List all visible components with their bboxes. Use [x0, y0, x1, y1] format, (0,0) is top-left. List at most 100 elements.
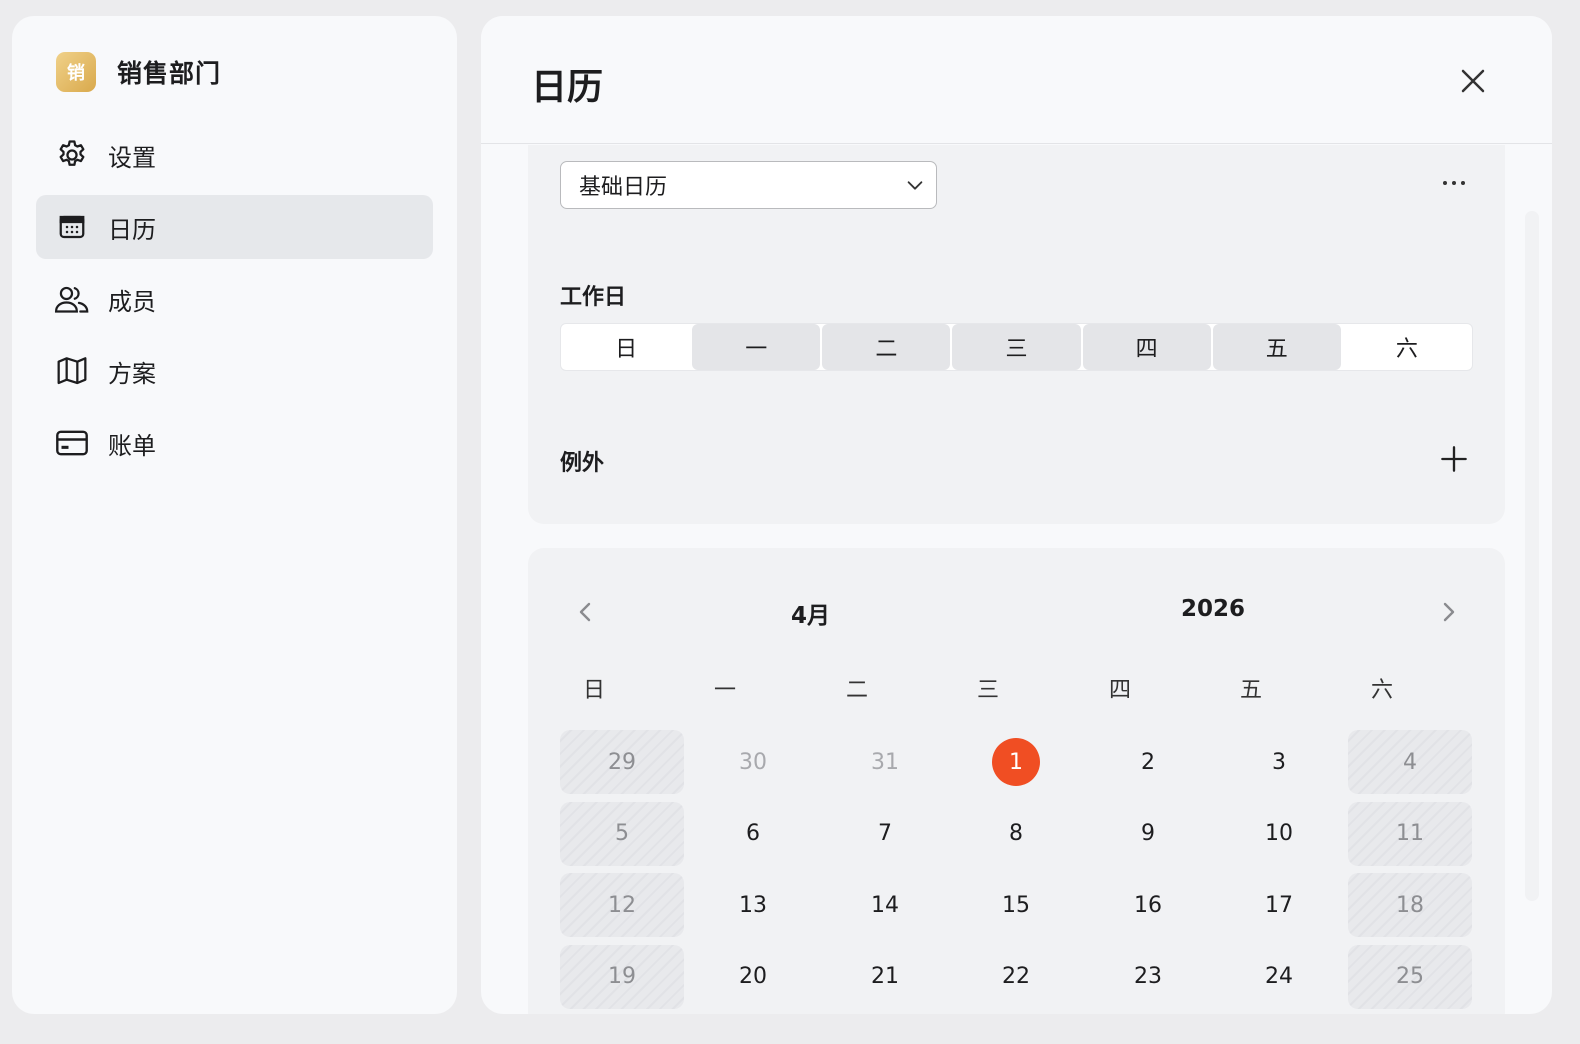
- chevron-right-icon: [1443, 602, 1455, 622]
- weekday-label: 日: [582, 678, 605, 703]
- users-icon: [54, 281, 90, 317]
- calendar-day-number: 23: [1134, 964, 1162, 989]
- calendar-day[interactable]: 13: [691, 873, 815, 937]
- sidebar-item-label: 设置: [108, 143, 156, 172]
- calendar-select-value: 基础日历: [579, 175, 668, 200]
- calendar-year[interactable]: 2026: [1181, 596, 1245, 622]
- calendar-day[interactable]: 2: [1086, 730, 1210, 794]
- weekday-label: 二: [845, 678, 868, 703]
- calendar-day[interactable]: 8: [954, 802, 1078, 866]
- calendar-day-number: 17: [1265, 892, 1293, 918]
- workday-toggle-wed[interactable]: 三: [952, 324, 1081, 370]
- calendar-day-number: 14: [871, 892, 899, 918]
- workday-toggle-sat[interactable]: 六: [1343, 324, 1471, 370]
- calendar-day[interactable]: 24: [1217, 945, 1341, 1009]
- weekday-label: 四: [1108, 678, 1131, 703]
- add-exception-button[interactable]: [1436, 441, 1472, 477]
- calendar-day[interactable]: 20: [691, 945, 815, 1009]
- calendar-panel: 日历 基础日历 工作日 日 一 二 三 四 五 六 例外 4月 2026 日 一…: [481, 16, 1552, 1014]
- calendar-day[interactable]: 10: [1217, 802, 1341, 866]
- calendar-day[interactable]: 19: [560, 944, 684, 1009]
- calendar-day-number: 4: [1403, 749, 1417, 775]
- chevron-down-icon: [904, 174, 926, 200]
- calendar-day-number: 19: [608, 964, 636, 989]
- workday-toggle-thu[interactable]: 四: [1082, 324, 1211, 370]
- calendar-day[interactable]: 21: [823, 945, 947, 1009]
- calendar-day[interactable]: 22: [954, 945, 1078, 1009]
- calendar-day[interactable]: 14: [823, 873, 947, 937]
- calendar-day[interactable]: 15: [954, 873, 1078, 937]
- sidebar: 销 销售部门 设置 日历 成员 方案 账单: [12, 16, 457, 1014]
- calendar-day-number: 24: [1265, 964, 1293, 989]
- calendar-day[interactable]: 30: [691, 730, 815, 794]
- sidebar-item-members[interactable]: 成员: [36, 267, 433, 331]
- month-calendar: 4月 2026 日一二三四五六 29 30 31 1 2 3 4 5 6 7 8 9 10 11 12 13 1…: [528, 548, 1505, 1014]
- sidebar-item-billing[interactable]: 账单: [36, 411, 433, 475]
- chevron-left-icon: [579, 602, 591, 622]
- calendar-day-number: 25: [1396, 964, 1424, 989]
- calendar-day-number: 30: [739, 749, 767, 775]
- calendar-day-number: 1: [992, 738, 1040, 786]
- sidebar-item-calendar[interactable]: 日历: [36, 195, 433, 259]
- sidebar-item-plans[interactable]: 方案: [36, 339, 433, 403]
- weekday-header: 日一二三四五六: [560, 672, 1473, 712]
- weekday-label: 三: [976, 678, 999, 703]
- credit-card-icon: [54, 425, 90, 461]
- calendar-month[interactable]: 4月: [791, 596, 830, 630]
- more-icon: [1443, 181, 1465, 185]
- calendar-day[interactable]: 11: [1348, 801, 1472, 866]
- workday-toggle-mon[interactable]: 一: [692, 324, 821, 370]
- calendar-day-number: 20: [739, 964, 767, 989]
- calendar-day[interactable]: 6: [691, 802, 815, 866]
- calendar-day[interactable]: 16: [1086, 873, 1210, 937]
- scrollbar[interactable]: [1525, 211, 1539, 901]
- workday-toggle-tue[interactable]: 二: [822, 324, 951, 370]
- sidebar-item-label: 账单: [108, 431, 156, 460]
- weekday-label: 五: [1239, 678, 1262, 703]
- calendar-day[interactable]: 12: [560, 873, 684, 937]
- more-options-button[interactable]: [1432, 165, 1476, 201]
- close-button[interactable]: [1453, 61, 1493, 101]
- calendar-day-number: 18: [1396, 892, 1424, 918]
- calendar-day[interactable]: 4: [1348, 730, 1472, 794]
- calendar-day-number: 10: [1265, 821, 1293, 846]
- calendar-day[interactable]: 18: [1348, 873, 1472, 937]
- calendar-day[interactable]: 25: [1348, 944, 1472, 1009]
- weekday-label: 一: [713, 678, 736, 703]
- workday-toggle-sun[interactable]: 日: [562, 324, 690, 370]
- calendar-day[interactable]: 29: [560, 730, 684, 794]
- calendar-day-number: 8: [1009, 821, 1023, 846]
- calendar-day[interactable]: 9: [1086, 802, 1210, 866]
- panel-header: 日历: [481, 16, 1552, 144]
- weekday-label: 六: [1370, 678, 1393, 703]
- sidebar-item-settings[interactable]: 设置: [36, 123, 433, 187]
- calendar-icon: [54, 209, 90, 245]
- calendar-day-number: 29: [608, 749, 636, 775]
- close-icon: [1461, 69, 1485, 93]
- workdays-selector: 日 一 二 三 四 五 六: [560, 323, 1473, 371]
- calendar-day[interactable]: 7: [823, 802, 947, 866]
- calendar-day-number: 21: [871, 964, 899, 989]
- workday-toggle-fri[interactable]: 五: [1212, 324, 1341, 370]
- calendar-day-number: 9: [1141, 821, 1155, 846]
- org-header[interactable]: 销 销售部门: [56, 52, 221, 92]
- calendar-day[interactable]: 5: [560, 801, 684, 866]
- calendar-day-today[interactable]: 1: [954, 730, 1078, 794]
- prev-month-button[interactable]: [568, 594, 604, 630]
- exceptions-label: 例外: [560, 451, 605, 476]
- calendar-day-number: 5: [615, 821, 629, 846]
- calendar-day[interactable]: 3: [1217, 730, 1341, 794]
- calendar-day-number: 6: [746, 821, 760, 846]
- page-title: 日历: [531, 67, 604, 108]
- calendar-day[interactable]: 23: [1086, 945, 1210, 1009]
- calendar-select[interactable]: 基础日历: [560, 161, 937, 209]
- next-month-button[interactable]: [1430, 594, 1466, 630]
- calendar-day[interactable]: 17: [1217, 873, 1341, 937]
- calendar-day[interactable]: 31: [823, 730, 947, 794]
- calendar-day-number: 11: [1396, 821, 1424, 846]
- calendar-day-number: 3: [1272, 749, 1286, 775]
- gear-icon: [54, 137, 90, 173]
- sidebar-item-label: 成员: [108, 287, 156, 316]
- calendar-day-number: 2: [1141, 749, 1155, 775]
- calendar-day-number: 31: [871, 749, 899, 775]
